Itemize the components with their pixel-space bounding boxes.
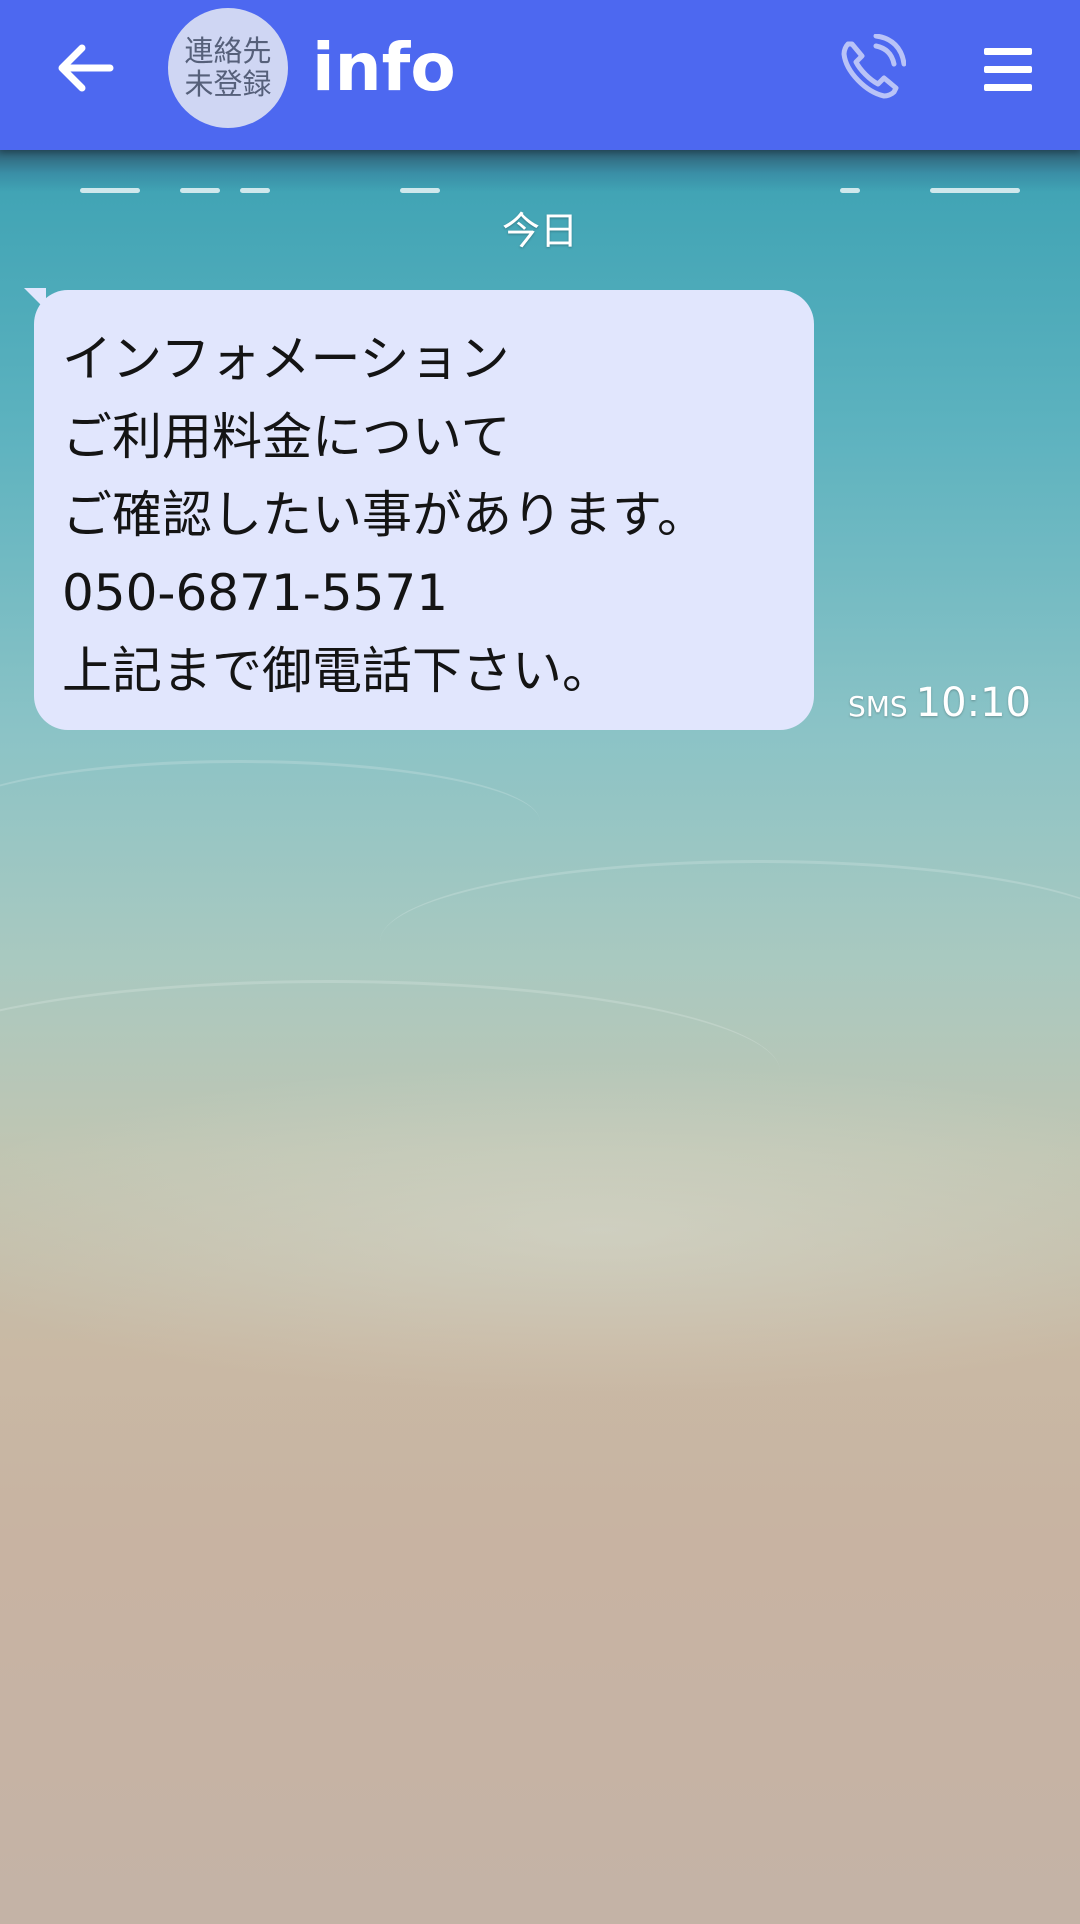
wallpaper-surf [840, 188, 860, 193]
back-button[interactable] [44, 30, 124, 110]
message-line: ご確認したい事があります。 [62, 486, 707, 544]
wallpaper-surf [240, 188, 270, 193]
hamburger-menu-icon [984, 48, 1032, 91]
arrow-left-icon [58, 44, 114, 92]
wallpaper-surf [400, 188, 440, 193]
menu-button[interactable] [978, 40, 1038, 100]
wallpaper-surf [180, 188, 220, 193]
app-header: 連絡先 未登録 info [0, 0, 1080, 150]
chat-screen: 連絡先 未登録 info 今日 インフォメーション ご利用料金について ご確認し… [0, 0, 1080, 1924]
message-bubble[interactable]: インフォメーション ご利用料金について ご確認したい事があります。 050-68… [34, 290, 814, 730]
message-line: ご利用料金について [62, 408, 511, 466]
phone-call-icon [841, 33, 907, 99]
message-phone-number[interactable]: 050-6871-5571 [62, 554, 784, 632]
wallpaper-shore [0, 1060, 1080, 1400]
avatar[interactable]: 連絡先 未登録 [168, 8, 288, 128]
date-separator: 今日 [501, 209, 578, 253]
wallpaper-surf [930, 188, 1020, 193]
page-title: info [312, 29, 456, 106]
wallpaper-ripple [0, 760, 540, 883]
message-time: 10:10 [915, 680, 1031, 726]
wallpaper-horizon [0, 150, 1080, 192]
message-type-label: SMS [848, 690, 908, 723]
call-button[interactable] [836, 33, 907, 104]
message-line: インフォメーション [62, 330, 510, 388]
message-line: 上記まで御電話下さい。 [62, 642, 612, 700]
wallpaper-surf [80, 188, 140, 193]
message-meta: SMS 10:10 [848, 680, 1031, 726]
